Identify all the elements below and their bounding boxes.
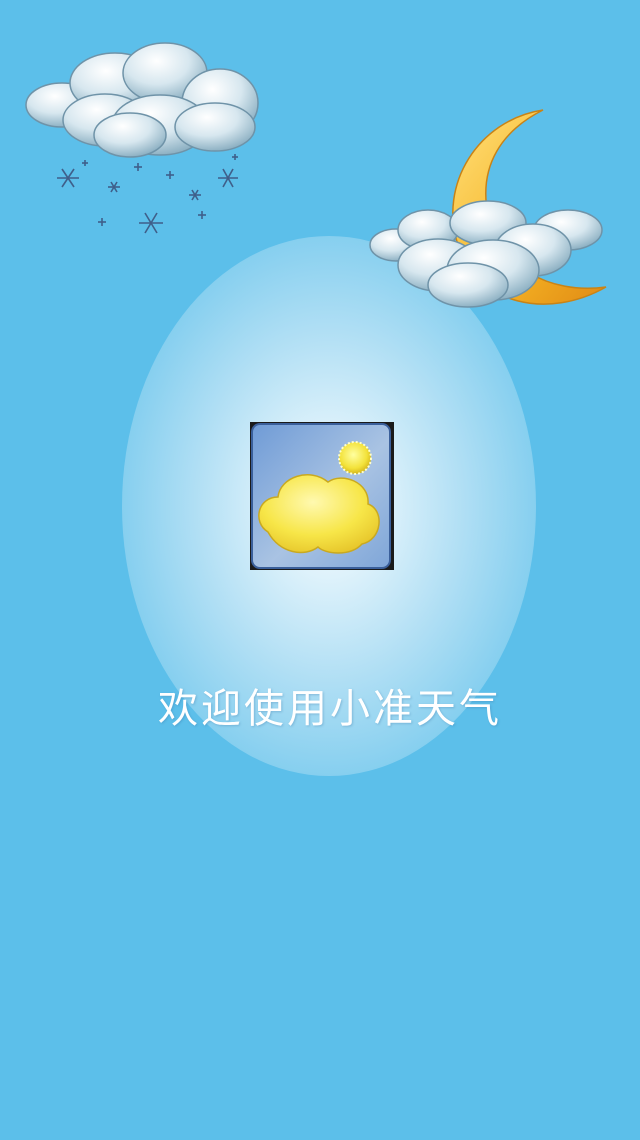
- welcome-text: 欢迎使用小准天气: [158, 686, 502, 732]
- moon-cloud-icon: [368, 105, 613, 320]
- app-logo-icon: [250, 422, 394, 570]
- snow-cloud-icon: [20, 35, 265, 250]
